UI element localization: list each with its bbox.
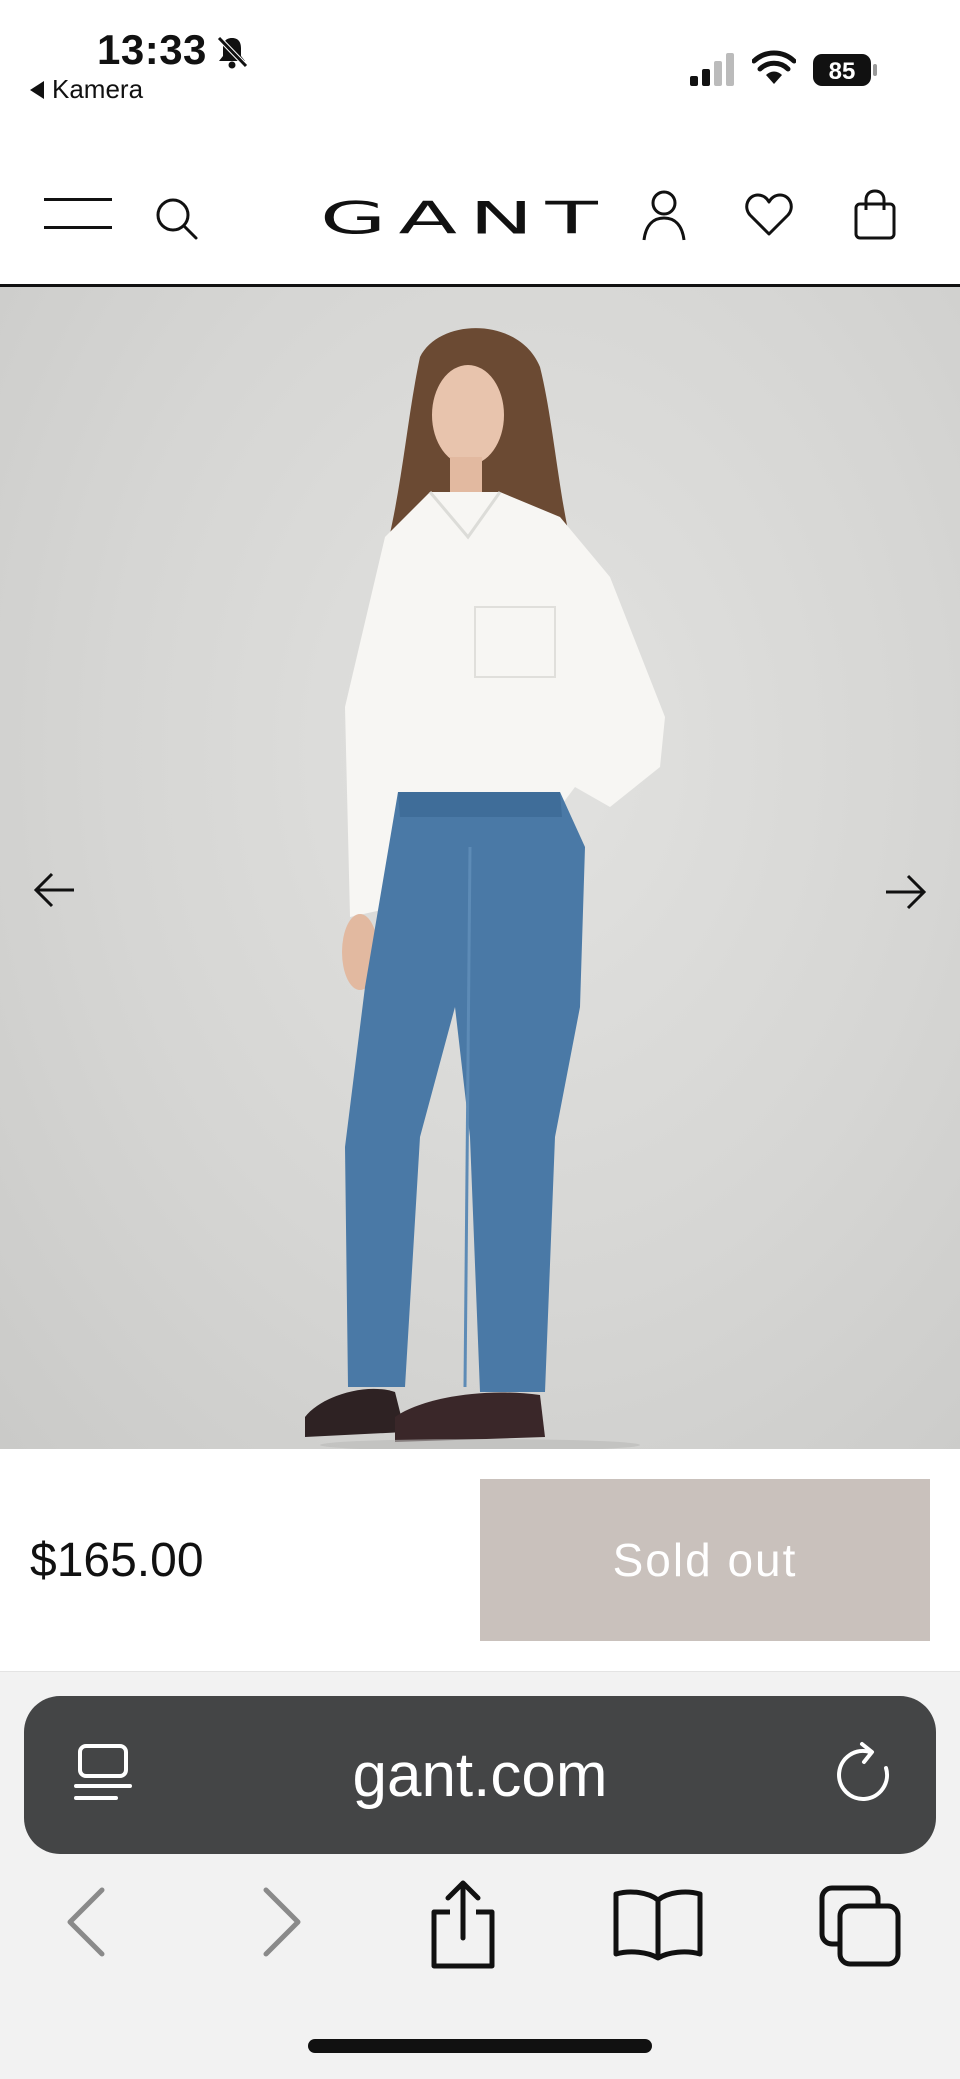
model-photo — [305, 328, 665, 1449]
url-text[interactable]: gant.com — [24, 1696, 936, 1854]
sold-out-button[interactable]: Sold out — [480, 1479, 930, 1641]
battery-icon: 85 — [813, 54, 877, 86]
previous-image-arrow-icon[interactable] — [30, 865, 80, 915]
user-icon[interactable] — [640, 188, 688, 242]
status-time: 13:33 — [97, 26, 207, 73]
share-icon[interactable] — [426, 1878, 500, 1970]
wifi-icon — [752, 50, 796, 84]
bookmarks-icon[interactable] — [612, 1886, 704, 1962]
search-icon[interactable] — [152, 194, 200, 242]
address-bar[interactable]: gant.com — [24, 1696, 936, 1854]
signal-icon — [690, 53, 734, 86]
back-icon[interactable] — [62, 1884, 110, 1960]
site-header: GANT — [0, 150, 960, 287]
heart-icon[interactable] — [744, 190, 794, 240]
back-app-label: Kamera — [52, 74, 144, 104]
browser-toolbar: gant.com — [0, 1672, 960, 2079]
bell-slash-icon — [217, 36, 248, 69]
bag-icon[interactable] — [850, 188, 900, 242]
back-triangle-icon — [30, 80, 44, 99]
next-image-arrow-icon[interactable] — [880, 867, 930, 917]
tabs-icon[interactable] — [818, 1884, 902, 1968]
reload-icon[interactable] — [832, 1740, 898, 1810]
product-price: $165.00 — [30, 1534, 204, 1587]
brand-name: GANT — [320, 192, 610, 242]
battery-level: 85 — [829, 58, 856, 85]
product-image[interactable] — [0, 287, 960, 1449]
status-bar: 13:33 Kamera 85 — [0, 0, 960, 120]
price-row: $165.00 Sold out — [0, 1449, 960, 1672]
home-indicator[interactable] — [308, 2039, 652, 2053]
forward-icon[interactable] — [258, 1884, 306, 1960]
back-to-app-link[interactable]: Kamera — [30, 74, 143, 105]
menu-icon[interactable] — [44, 190, 112, 238]
brand-logo[interactable]: GANT — [318, 192, 612, 242]
